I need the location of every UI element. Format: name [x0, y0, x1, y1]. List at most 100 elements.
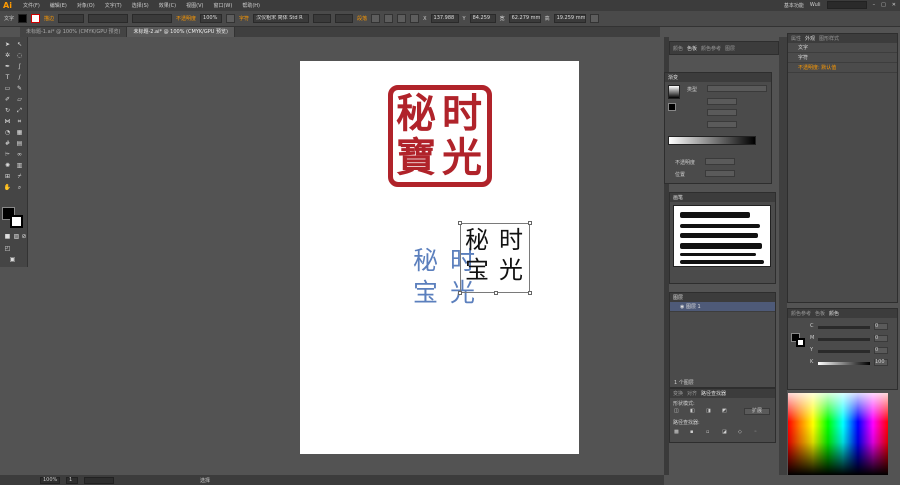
artboard-tool-icon[interactable]: ⊞ [3, 173, 12, 181]
tab-graphic-styles[interactable]: 图形样式 [819, 35, 839, 42]
tab-document-2[interactable]: 未标题-2.ai* @ 100% (CMYK/GPU 预览) [127, 27, 235, 37]
tab-appearance[interactable]: 外观 [805, 35, 815, 42]
symbol-sprayer-tool-icon[interactable]: ✺ [3, 162, 12, 170]
lasso-tool-icon[interactable]: ◌ [15, 52, 24, 60]
fill-swatch[interactable] [18, 14, 28, 23]
paintbrush-tool-icon[interactable]: ✎ [15, 85, 24, 93]
red-seal-stamp[interactable]: 时 光 秘 寶 [388, 85, 492, 187]
gradient-type-select[interactable] [707, 85, 767, 92]
rotate-tool-icon[interactable]: ↻ [3, 107, 12, 115]
unite-icon[interactable]: ◫ [674, 408, 679, 414]
search-input[interactable] [826, 1, 867, 9]
layer-row[interactable]: ◉ 图层 1 [670, 302, 775, 312]
line-tool-icon[interactable]: / [15, 74, 24, 82]
blend-tool-icon[interactable]: ∞ [15, 151, 24, 159]
free-transform-tool-icon[interactable]: ⌗ [15, 118, 24, 126]
color-spectrum[interactable] [788, 393, 888, 475]
mesh-tool-icon[interactable]: # [3, 140, 12, 148]
zoom-tool-icon[interactable]: ⌕ [15, 184, 24, 192]
panel-menu-icon[interactable] [589, 14, 599, 23]
opacity-field[interactable]: 100% [200, 14, 223, 23]
brush-library[interactable] [673, 205, 771, 267]
crop-icon[interactable]: ◪ [722, 429, 727, 435]
hand-tool-icon[interactable]: ✋ [3, 184, 12, 192]
menu-view[interactable]: 视图(V) [181, 2, 208, 9]
transform-icon[interactable] [410, 14, 420, 23]
brush-stroke-5[interactable] [680, 253, 756, 256]
channel-m-field[interactable]: 0 [874, 335, 888, 342]
screen-mode-icon[interactable]: ▣ [8, 256, 17, 264]
expand-button[interactable]: 扩展 [744, 408, 770, 415]
brush-stroke-1[interactable] [680, 212, 750, 218]
gradient-preview-swatch[interactable] [668, 85, 680, 99]
menu-edit[interactable]: 编辑(E) [45, 2, 72, 9]
tab-swatches[interactable]: 色板 [687, 45, 697, 52]
tab-swatches-2[interactable]: 色板 [815, 310, 825, 317]
x-field[interactable]: 137.988 [430, 14, 459, 23]
menu-type[interactable]: 文字(T) [100, 2, 127, 9]
brush-definition-field[interactable] [88, 14, 129, 23]
style-icon[interactable] [226, 14, 236, 23]
layer-visibility-icon[interactable]: ◉ [680, 304, 684, 310]
resize-handle-bottom[interactable] [494, 291, 498, 295]
tab-color[interactable]: 颜色 [673, 45, 683, 52]
brush-stroke-6[interactable] [680, 260, 764, 264]
tab-layers-top[interactable]: 图层 [725, 45, 735, 52]
minus-front-icon[interactable]: ◧ [690, 408, 695, 414]
gradient-tool-icon[interactable]: ▤ [15, 140, 24, 148]
y-field[interactable]: 84.259 [469, 14, 496, 23]
slice-tool-icon[interactable]: ⌿ [15, 173, 24, 181]
maximize-icon[interactable]: □ [881, 2, 886, 8]
outline-icon[interactable]: ◇ [738, 429, 742, 435]
selected-text-frame[interactable]: 秘 时 宝 光 [458, 221, 532, 295]
appearance-row-character[interactable]: 字符 [788, 53, 897, 63]
brush-stroke-2[interactable] [680, 224, 760, 228]
magic-wand-tool-icon[interactable]: ✲ [3, 52, 12, 60]
tab-color-guide[interactable]: 颜色参考 [701, 45, 721, 52]
menu-select[interactable]: 选择(S) [127, 2, 154, 9]
shape-builder-tool-icon[interactable]: ◔ [3, 129, 12, 137]
resize-handle-tl[interactable] [458, 221, 462, 225]
opacity-label[interactable]: 不透明度 [176, 15, 196, 22]
artboard-nav[interactable] [84, 476, 114, 484]
color-stroke-swatch[interactable] [796, 338, 805, 347]
font-size-field[interactable] [335, 14, 354, 23]
resize-handle-br[interactable] [528, 291, 532, 295]
appearance-row-type[interactable]: 文字 [788, 43, 897, 53]
channel-k-field[interactable]: 100 [874, 359, 888, 366]
menu-help[interactable]: 帮助(H) [237, 2, 265, 9]
close-icon[interactable]: ✕ [892, 2, 896, 8]
align-right-icon[interactable] [397, 14, 407, 23]
font-style-field[interactable] [313, 14, 332, 23]
brush-stroke-3[interactable] [680, 233, 758, 238]
gradient-fill-swatch[interactable] [668, 103, 676, 111]
selection-tool-icon[interactable]: ➤ [3, 41, 12, 49]
tab-properties[interactable]: 属性 [791, 35, 801, 42]
curvature-tool-icon[interactable]: ∫ [15, 63, 24, 71]
height-field[interactable]: 19.259 mm [553, 14, 586, 23]
intersect-icon[interactable]: ◨ [706, 408, 711, 414]
paragraph-label[interactable]: 段落 [357, 15, 367, 22]
tab-document-1[interactable]: 未标题-1.ai* @ 100% (CMYK/GPU 预览) [20, 27, 128, 37]
channel-y-slider[interactable] [818, 350, 870, 353]
tab-color-guide-2[interactable]: 颜色参考 [791, 310, 811, 317]
channel-c-slider[interactable] [818, 326, 870, 329]
color-mode-icon[interactable]: ■ [3, 233, 12, 241]
brush-stroke-4[interactable] [680, 243, 762, 249]
menu-effect[interactable]: 效果(C) [154, 2, 181, 9]
draw-mode-icon[interactable]: ◰ [3, 245, 12, 253]
tab-color-2[interactable]: 颜色 [829, 310, 839, 317]
tab-pathfinder[interactable]: 路径查找器 [701, 390, 726, 397]
align-center-icon[interactable] [384, 14, 394, 23]
rectangle-tool-icon[interactable]: ▭ [3, 85, 12, 93]
stroke-swatch[interactable] [31, 14, 41, 23]
scale-tool-icon[interactable]: ⤢ [15, 107, 24, 115]
type-tool-icon[interactable]: T [3, 74, 12, 82]
artboard-number-field[interactable]: 1 [66, 476, 78, 484]
graph-tool-icon[interactable]: ▥ [15, 162, 24, 170]
divide-icon[interactable]: ▩ [674, 429, 679, 435]
appearance-row-opacity[interactable]: 不透明度: 默认值 [788, 63, 897, 73]
tab-align[interactable]: 对齐 [687, 390, 697, 397]
width-field[interactable]: 62.279 mm [508, 14, 541, 23]
channel-c-field[interactable]: 0 [874, 323, 888, 330]
